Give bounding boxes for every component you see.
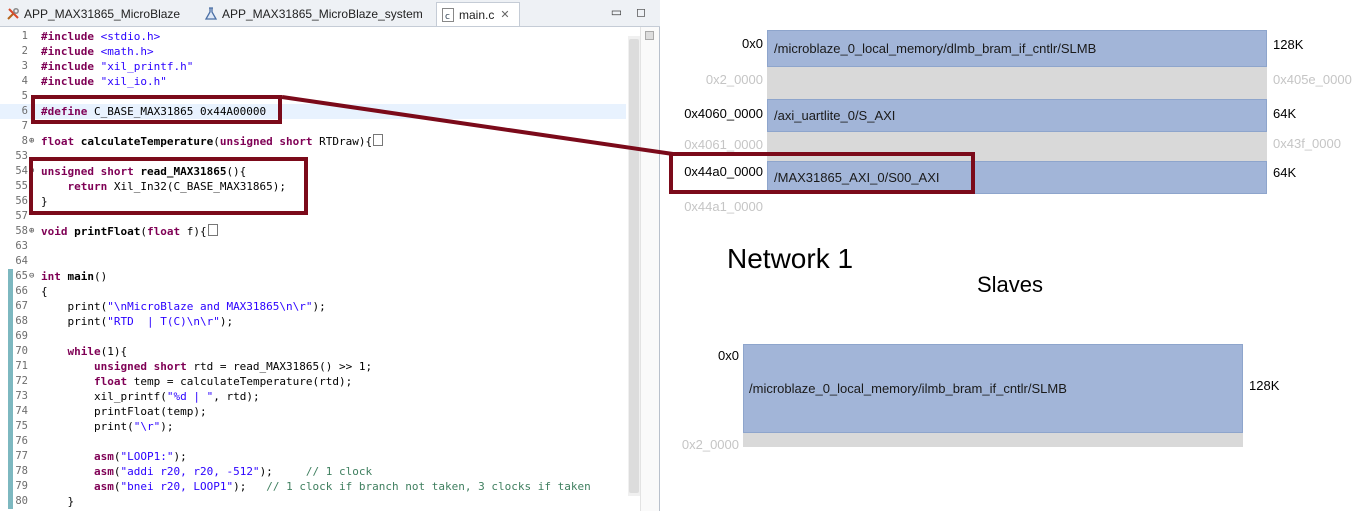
annotation-connector-line [281, 95, 674, 156]
